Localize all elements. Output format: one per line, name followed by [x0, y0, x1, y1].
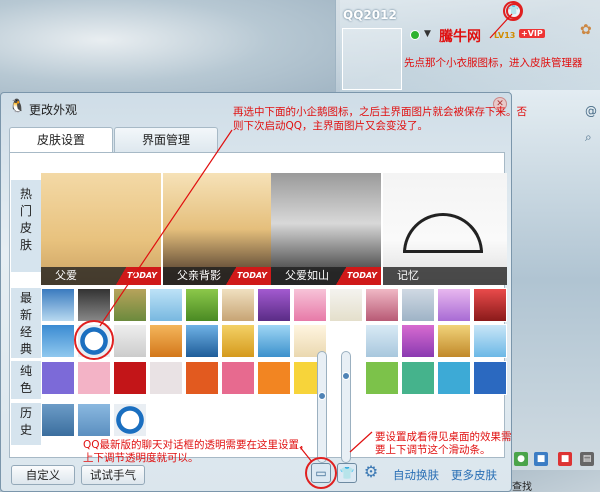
hot-skin-1[interactable]: 父爱 TODAY — [41, 173, 161, 285]
solid-color-swatch[interactable] — [41, 361, 75, 395]
qq-main-panel: QQ2012 👕 ▼ 騰牛网 LV13 +VIP ✿ 先点那个小衣服图标，进入皮… — [335, 0, 600, 100]
level-badge: LV13 — [494, 31, 516, 40]
solid-color-swatch[interactable] — [401, 361, 435, 395]
desktop-background — [0, 0, 340, 100]
skin-thumb[interactable] — [149, 324, 183, 358]
tray-icon[interactable]: ● — [514, 452, 528, 466]
skin-thumb[interactable] — [473, 288, 507, 322]
skin-thumb[interactable] — [293, 288, 327, 322]
vip-badge: +VIP — [519, 29, 545, 38]
search-label[interactable]: 查找 — [512, 478, 532, 492]
desktop-background-right — [510, 90, 600, 470]
solid-color-swatch[interactable] — [473, 361, 507, 395]
section-label-solid-text: 纯色 — [19, 364, 32, 395]
solid-color-swatch[interactable] — [257, 361, 291, 395]
chevron-down-icon[interactable]: ▼ — [424, 29, 431, 39]
skin-thumb[interactable] — [149, 288, 183, 322]
more-skins-link[interactable]: 更多皮肤 — [451, 467, 497, 483]
skin-thumb[interactable] — [437, 324, 471, 358]
tab-skin-settings[interactable]: 皮肤设置 — [9, 127, 113, 153]
hot-skin-4[interactable]: 记忆 — [383, 173, 507, 285]
skin-thumb[interactable] — [257, 288, 291, 322]
skin-thumb[interactable] — [473, 324, 507, 358]
hot-skin-3[interactable]: 父爱如山 TODAY — [271, 173, 381, 285]
tab-ui-management[interactable]: 界面管理 — [114, 127, 218, 153]
skin-thumb[interactable] — [365, 288, 399, 322]
section-label-latest-text: 最新经典 — [19, 291, 32, 356]
section-label-latest: 最新经典 — [11, 288, 41, 358]
section-label-hot: 热门皮肤 — [11, 180, 41, 272]
dialog-title: 更改外观 — [29, 103, 78, 117]
skin-thumb[interactable] — [221, 324, 255, 358]
skin-thumb[interactable] — [185, 324, 219, 358]
history-skin-thumb[interactable] — [77, 403, 111, 437]
annotation-top: 再选中下面的小企鹅图标，之后主界面图片就会被保存下来。否则下次启动QQ，主界面图… — [233, 106, 527, 132]
skin-thumb[interactable] — [401, 288, 435, 322]
dialog-transparency-slider[interactable] — [317, 351, 327, 463]
tray-icon[interactable]: ■ — [534, 452, 548, 466]
annotation-bottom-right: 要设置成看得见桌面的效果需要上下调节这个滑动条。 — [375, 431, 512, 456]
section-label-history: 历史 — [11, 403, 41, 445]
highlight-circle-penguin — [74, 320, 114, 360]
section-label-history-text: 历史 — [19, 406, 32, 437]
skin-thumb[interactable] — [257, 324, 291, 358]
hot-skin-3-today: TODAY — [335, 267, 381, 285]
decoration-icon: ✿ — [580, 22, 592, 38]
bicycle-graphic — [403, 213, 483, 253]
solid-color-swatch[interactable] — [185, 361, 219, 395]
hot-skin-1-today: TODAY — [115, 267, 161, 285]
solid-color-swatch[interactable] — [113, 361, 147, 395]
sidebar-icon-1[interactable]: @ — [585, 104, 599, 118]
qq-penguin-icon: 🐧 — [9, 99, 26, 114]
auto-change-skin-link[interactable]: 自动换肤 — [393, 467, 439, 483]
skin-manager-dialog: 🐧 更改外观 ✕ 再选中下面的小企鹅图标，之后主界面图片就会被保存下来。否则下次… — [0, 92, 527, 492]
skin-thumb[interactable] — [41, 324, 75, 358]
skin-thumb[interactable] — [329, 288, 363, 322]
gear-icon[interactable]: ⚙ — [361, 463, 381, 483]
solid-color-swatch[interactable] — [149, 361, 183, 395]
skin-thumb[interactable] — [401, 324, 435, 358]
slider-knob[interactable] — [342, 372, 350, 380]
skin-thumb[interactable] — [41, 288, 75, 322]
avatar[interactable] — [342, 28, 402, 90]
qq-panel-title: QQ2012 — [343, 8, 397, 22]
try-luck-button[interactable]: 试试手气 — [81, 465, 145, 485]
shirt-icon[interactable]: 👕 — [337, 463, 357, 483]
skin-thumb[interactable] — [365, 324, 399, 358]
slider-knob[interactable] — [318, 392, 326, 400]
solid-color-swatch[interactable] — [77, 361, 111, 395]
section-label-hot-text: 热门皮肤 — [19, 187, 32, 252]
custom-button[interactable]: 自定义 — [11, 465, 75, 485]
online-status-icon[interactable] — [410, 30, 420, 40]
annotation-skin-manager: 先点那个小衣服图标，进入皮肤管理器 — [404, 57, 583, 69]
skin-thumb[interactable] — [221, 288, 255, 322]
panel-transparency-slider[interactable] — [341, 351, 351, 463]
annotation-bottom-left: QQ最新版的聊天对话框的透明需要在这里设置，上下调节透明度就可以。 — [83, 439, 310, 464]
tray-icon[interactable]: ■ — [558, 452, 572, 466]
history-skin-thumb[interactable] — [113, 403, 147, 437]
skin-thumb[interactable] — [185, 288, 219, 322]
skin-thumb[interactable] — [77, 288, 111, 322]
tray-icon[interactable]: ▤ — [580, 452, 594, 466]
history-skin-thumb[interactable] — [41, 403, 75, 437]
search-icon[interactable]: ⌕ — [585, 130, 599, 144]
hot-skin-2-today: TODAY — [225, 267, 271, 285]
highlight-circle-skin-button — [503, 1, 523, 21]
hot-skin-2[interactable]: 父亲背影 TODAY — [163, 173, 271, 285]
skin-thumb[interactable] — [113, 288, 147, 322]
skin-thumb[interactable] — [437, 288, 471, 322]
hot-skin-4-name: 记忆 — [383, 267, 507, 285]
solid-color-swatch[interactable] — [437, 361, 471, 395]
solid-color-swatch[interactable] — [221, 361, 255, 395]
nickname: 騰牛网 — [439, 29, 481, 45]
solid-color-swatch[interactable] — [365, 361, 399, 395]
section-label-solid: 纯色 — [11, 361, 41, 399]
skin-thumb[interactable] — [113, 324, 147, 358]
